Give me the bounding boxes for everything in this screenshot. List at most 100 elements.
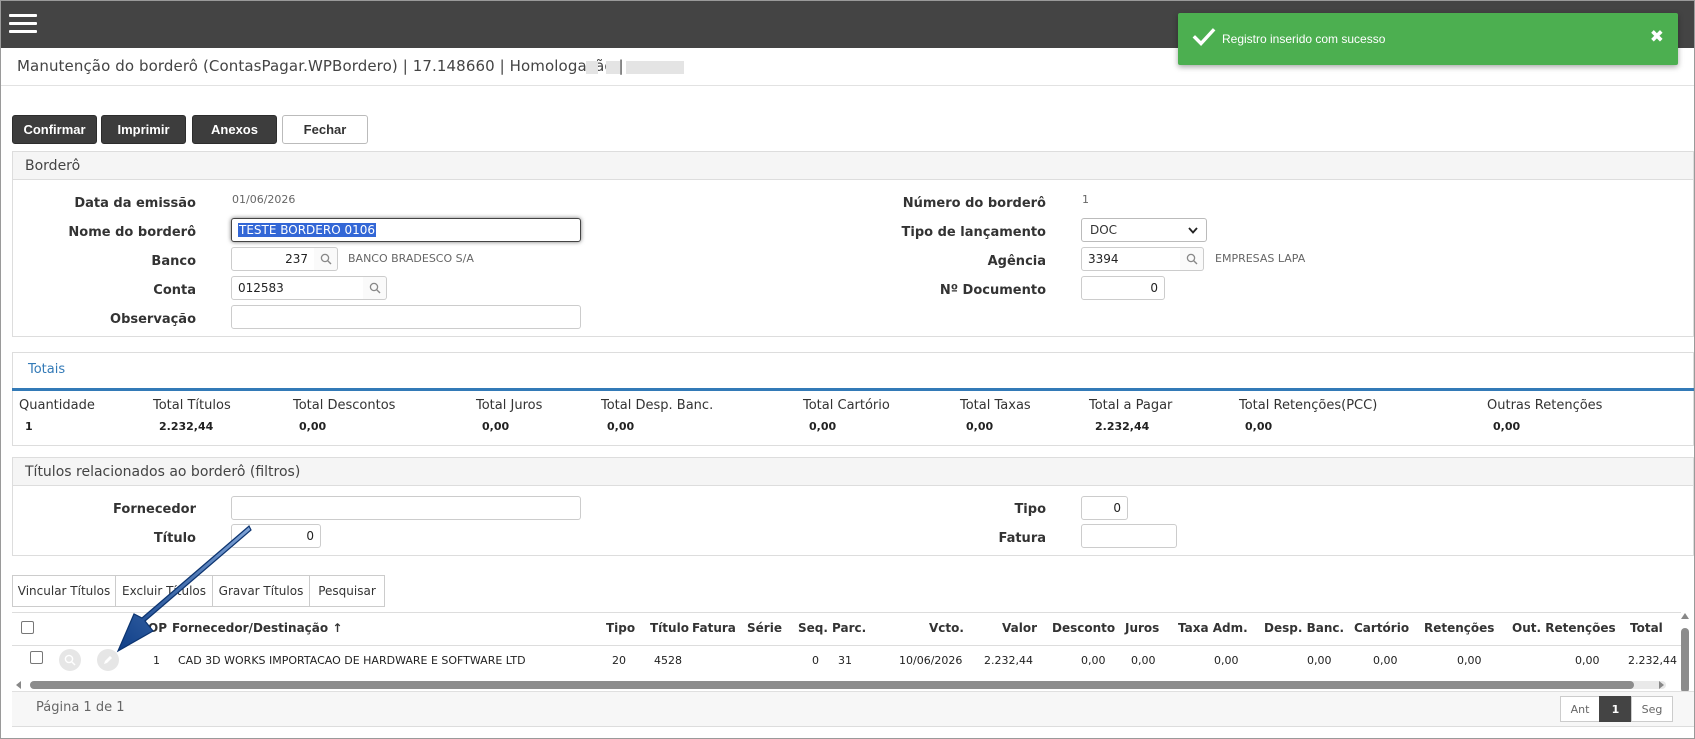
col-invoice[interactable]: Fatura (692, 621, 736, 635)
cell-withholdings: 0,00 (1457, 654, 1482, 667)
totals-value: 0,00 (299, 420, 327, 433)
agency-label: Agência (987, 254, 1046, 269)
next-page-button[interactable]: Seg (1631, 696, 1673, 722)
totals-header: Total Cartório (803, 398, 890, 413)
invoice-label: Fatura (998, 531, 1046, 546)
emission-date-value: 01/06/2026 (232, 193, 296, 206)
totals-header: Total Retenções(PCC) (1239, 398, 1378, 413)
totals-header: Total Títulos (153, 398, 231, 413)
panel-title: Títulos relacionados ao borderô (filtros… (25, 464, 301, 480)
totals-value: 0,00 (1493, 420, 1521, 433)
col-withholdings[interactable]: Retenções (1424, 621, 1494, 635)
emission-date-label: Data da emissão (74, 196, 196, 211)
view-icon[interactable] (59, 649, 81, 671)
attachments-button[interactable]: Anexos (192, 115, 277, 144)
totals-value: 1 (25, 420, 33, 433)
col-parc[interactable]: Parc. (832, 621, 866, 635)
totals-header: Quantidade (19, 398, 95, 413)
totals-value: 0,00 (809, 420, 837, 433)
cell-other-withholdings: 0,00 (1575, 654, 1600, 667)
menu-icon[interactable] (9, 14, 37, 34)
totals-header: Total Desp. Banc. (601, 398, 714, 413)
col-notary[interactable]: Cartório (1354, 621, 1409, 635)
account-search-icon[interactable] (363, 276, 387, 300)
pagination-bar (12, 691, 1694, 727)
horizontal-scrollbar[interactable] (14, 678, 1666, 689)
row-checkbox[interactable] (30, 651, 43, 664)
totals-header: Total Descontos (293, 398, 396, 413)
annotation-arrow (116, 524, 252, 653)
entry-type-label: Tipo de lançamento (901, 225, 1046, 240)
entry-type-select[interactable]: DOC (1081, 218, 1207, 242)
name-label: Nome do borderô (68, 225, 196, 240)
panel-header: Títulos relacionados ao borderô (filtros… (13, 458, 1693, 486)
totals-tab-underline (12, 388, 1694, 391)
col-discount[interactable]: Desconto (1052, 621, 1115, 635)
print-button[interactable]: Imprimir (101, 115, 186, 144)
bank-name: BANCO BRADESCO S/A (348, 252, 474, 265)
link-titles-button[interactable]: Vincular Títulos (12, 575, 116, 607)
success-toast: Registro inserido com sucesso ✖ (1178, 13, 1678, 65)
totals-header: Outras Retenções (1487, 398, 1603, 413)
notes-input[interactable] (231, 305, 581, 329)
divider (1, 85, 1694, 86)
bank-code-input[interactable]: 237 (231, 247, 315, 271)
col-seq[interactable]: Seq. (798, 621, 828, 635)
col-series[interactable]: Série (747, 621, 782, 635)
cell-parc: 31 (838, 654, 852, 667)
check-icon (1192, 28, 1216, 46)
page-title: Manutenção do borderô (ContasPagar.WPBor… (17, 57, 624, 75)
col-title[interactable]: Título (650, 621, 689, 635)
close-button[interactable]: Fechar (282, 115, 368, 144)
redacted-user (586, 58, 686, 76)
doc-number-input[interactable]: 0 (1081, 276, 1165, 300)
cell-value: 2.232,44 (984, 654, 1033, 667)
close-icon[interactable]: ✖ (1650, 27, 1664, 47)
cell-admin-fee: 0,00 (1214, 654, 1239, 667)
col-interest[interactable]: Juros (1125, 621, 1159, 635)
tab-totals[interactable]: Totais (28, 362, 65, 377)
account-label: Conta (153, 283, 196, 298)
doc-number-label: Nº Documento (939, 283, 1046, 298)
pagination-label: Página 1 de 1 (36, 700, 125, 715)
confirm-button[interactable]: Confirmar (12, 115, 97, 144)
type-label: Tipo (1014, 502, 1046, 517)
col-value[interactable]: Valor (1002, 621, 1037, 635)
name-input[interactable]: TESTE BORDERO 0106 (231, 218, 581, 242)
cell-title: 4528 (654, 654, 682, 667)
col-type[interactable]: Tipo (606, 621, 635, 635)
invoice-input[interactable] (1081, 524, 1177, 548)
agency-search-icon[interactable] (1180, 247, 1204, 271)
search-button[interactable]: Pesquisar (309, 575, 385, 607)
supplier-input[interactable] (231, 496, 581, 520)
prev-page-button[interactable]: Ant (1560, 696, 1600, 722)
cell-seq: 0 (812, 654, 819, 667)
cell-due: 10/06/2026 (899, 654, 963, 667)
cell-total: 2.232,44 (1628, 654, 1677, 667)
account-input[interactable]: 012583 (231, 276, 364, 300)
totals-value: 0,00 (966, 420, 994, 433)
agency-input[interactable]: 3394 (1081, 247, 1181, 271)
page-1-button[interactable]: 1 (1599, 696, 1632, 722)
col-total[interactable]: Total (1630, 621, 1663, 635)
panel-header: Borderô (13, 152, 1693, 180)
cell-notary: 0,00 (1373, 654, 1398, 667)
toast-message: Registro inserido com sucesso (1222, 32, 1386, 46)
cell-discount: 0,00 (1081, 654, 1106, 667)
col-other-withholdings[interactable]: Out. Retenções (1512, 621, 1616, 635)
chevron-down-icon (1188, 226, 1198, 234)
bank-search-icon[interactable] (314, 247, 338, 271)
col-due[interactable]: Vcto. (929, 621, 964, 635)
totals-value: 0,00 (1245, 420, 1273, 433)
sort-asc-icon: ↑ (332, 621, 343, 635)
select-all-checkbox[interactable] (21, 621, 34, 634)
notes-label: Observação (110, 312, 196, 327)
cell-type: 20 (612, 654, 626, 667)
col-admin-fee[interactable]: Taxa Adm. (1178, 621, 1248, 635)
col-bank-exp[interactable]: Desp. Banc. (1264, 621, 1344, 635)
type-input[interactable]: 0 (1081, 496, 1128, 520)
totals-value: 2.232,44 (1095, 420, 1150, 433)
totals-header: Total Taxas (960, 398, 1031, 413)
totals-value: 0,00 (607, 420, 635, 433)
number-label: Número do borderô (902, 196, 1046, 211)
